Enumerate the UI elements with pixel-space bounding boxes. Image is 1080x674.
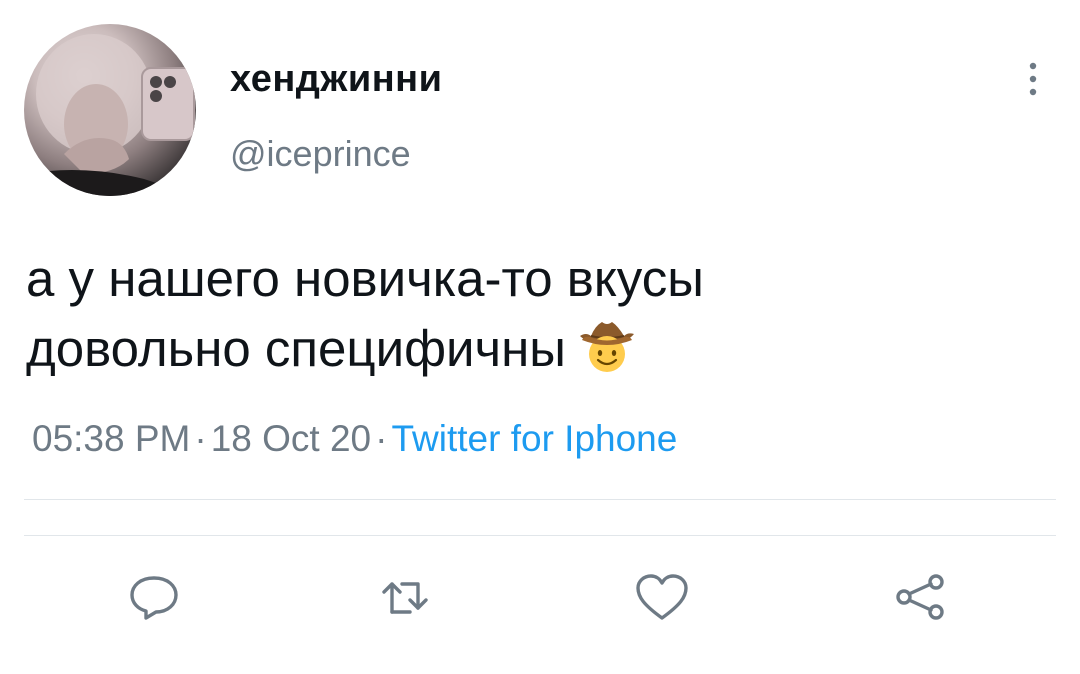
like-button[interactable] xyxy=(634,572,690,622)
tweet-time: 05:38 PM xyxy=(32,418,191,459)
retweet-icon xyxy=(382,582,428,614)
display-name[interactable]: хенджинни xyxy=(230,58,442,101)
tweet-text: а у нашего новичка-то вкусы довольно спе… xyxy=(26,244,1056,384)
tweet-text-line-2: довольно специфичны xyxy=(26,314,1056,384)
tweet-text-line-2-text: довольно специфичны xyxy=(26,320,566,377)
more-vertical-icon xyxy=(1029,62,1037,96)
avatar[interactable] xyxy=(24,24,196,196)
tweet-source-link[interactable]: Twitter for Iphone xyxy=(391,418,677,459)
cowboy-hat-face-icon xyxy=(578,318,636,374)
avatar-image xyxy=(24,34,196,196)
tweet-date: 18 Oct 20 xyxy=(210,418,372,459)
reply-icon xyxy=(130,576,178,620)
divider xyxy=(24,499,1056,500)
user-handle[interactable]: @iceprince xyxy=(230,133,411,175)
heart-icon xyxy=(636,574,688,620)
reply-button[interactable] xyxy=(126,572,182,622)
tweet-text-line-1: а у нашего новичка-то вкусы xyxy=(26,250,704,307)
more-options-button[interactable] xyxy=(1018,58,1048,100)
share-icon xyxy=(896,574,944,620)
tweet-meta: 05:38 PM · 18 Oct 20 · Twitter for Iphone xyxy=(32,418,677,460)
retweet-button[interactable] xyxy=(378,572,434,622)
meta-separator: · xyxy=(194,418,207,459)
meta-separator: · xyxy=(375,418,388,459)
share-button[interactable] xyxy=(892,572,948,622)
divider xyxy=(24,535,1056,536)
